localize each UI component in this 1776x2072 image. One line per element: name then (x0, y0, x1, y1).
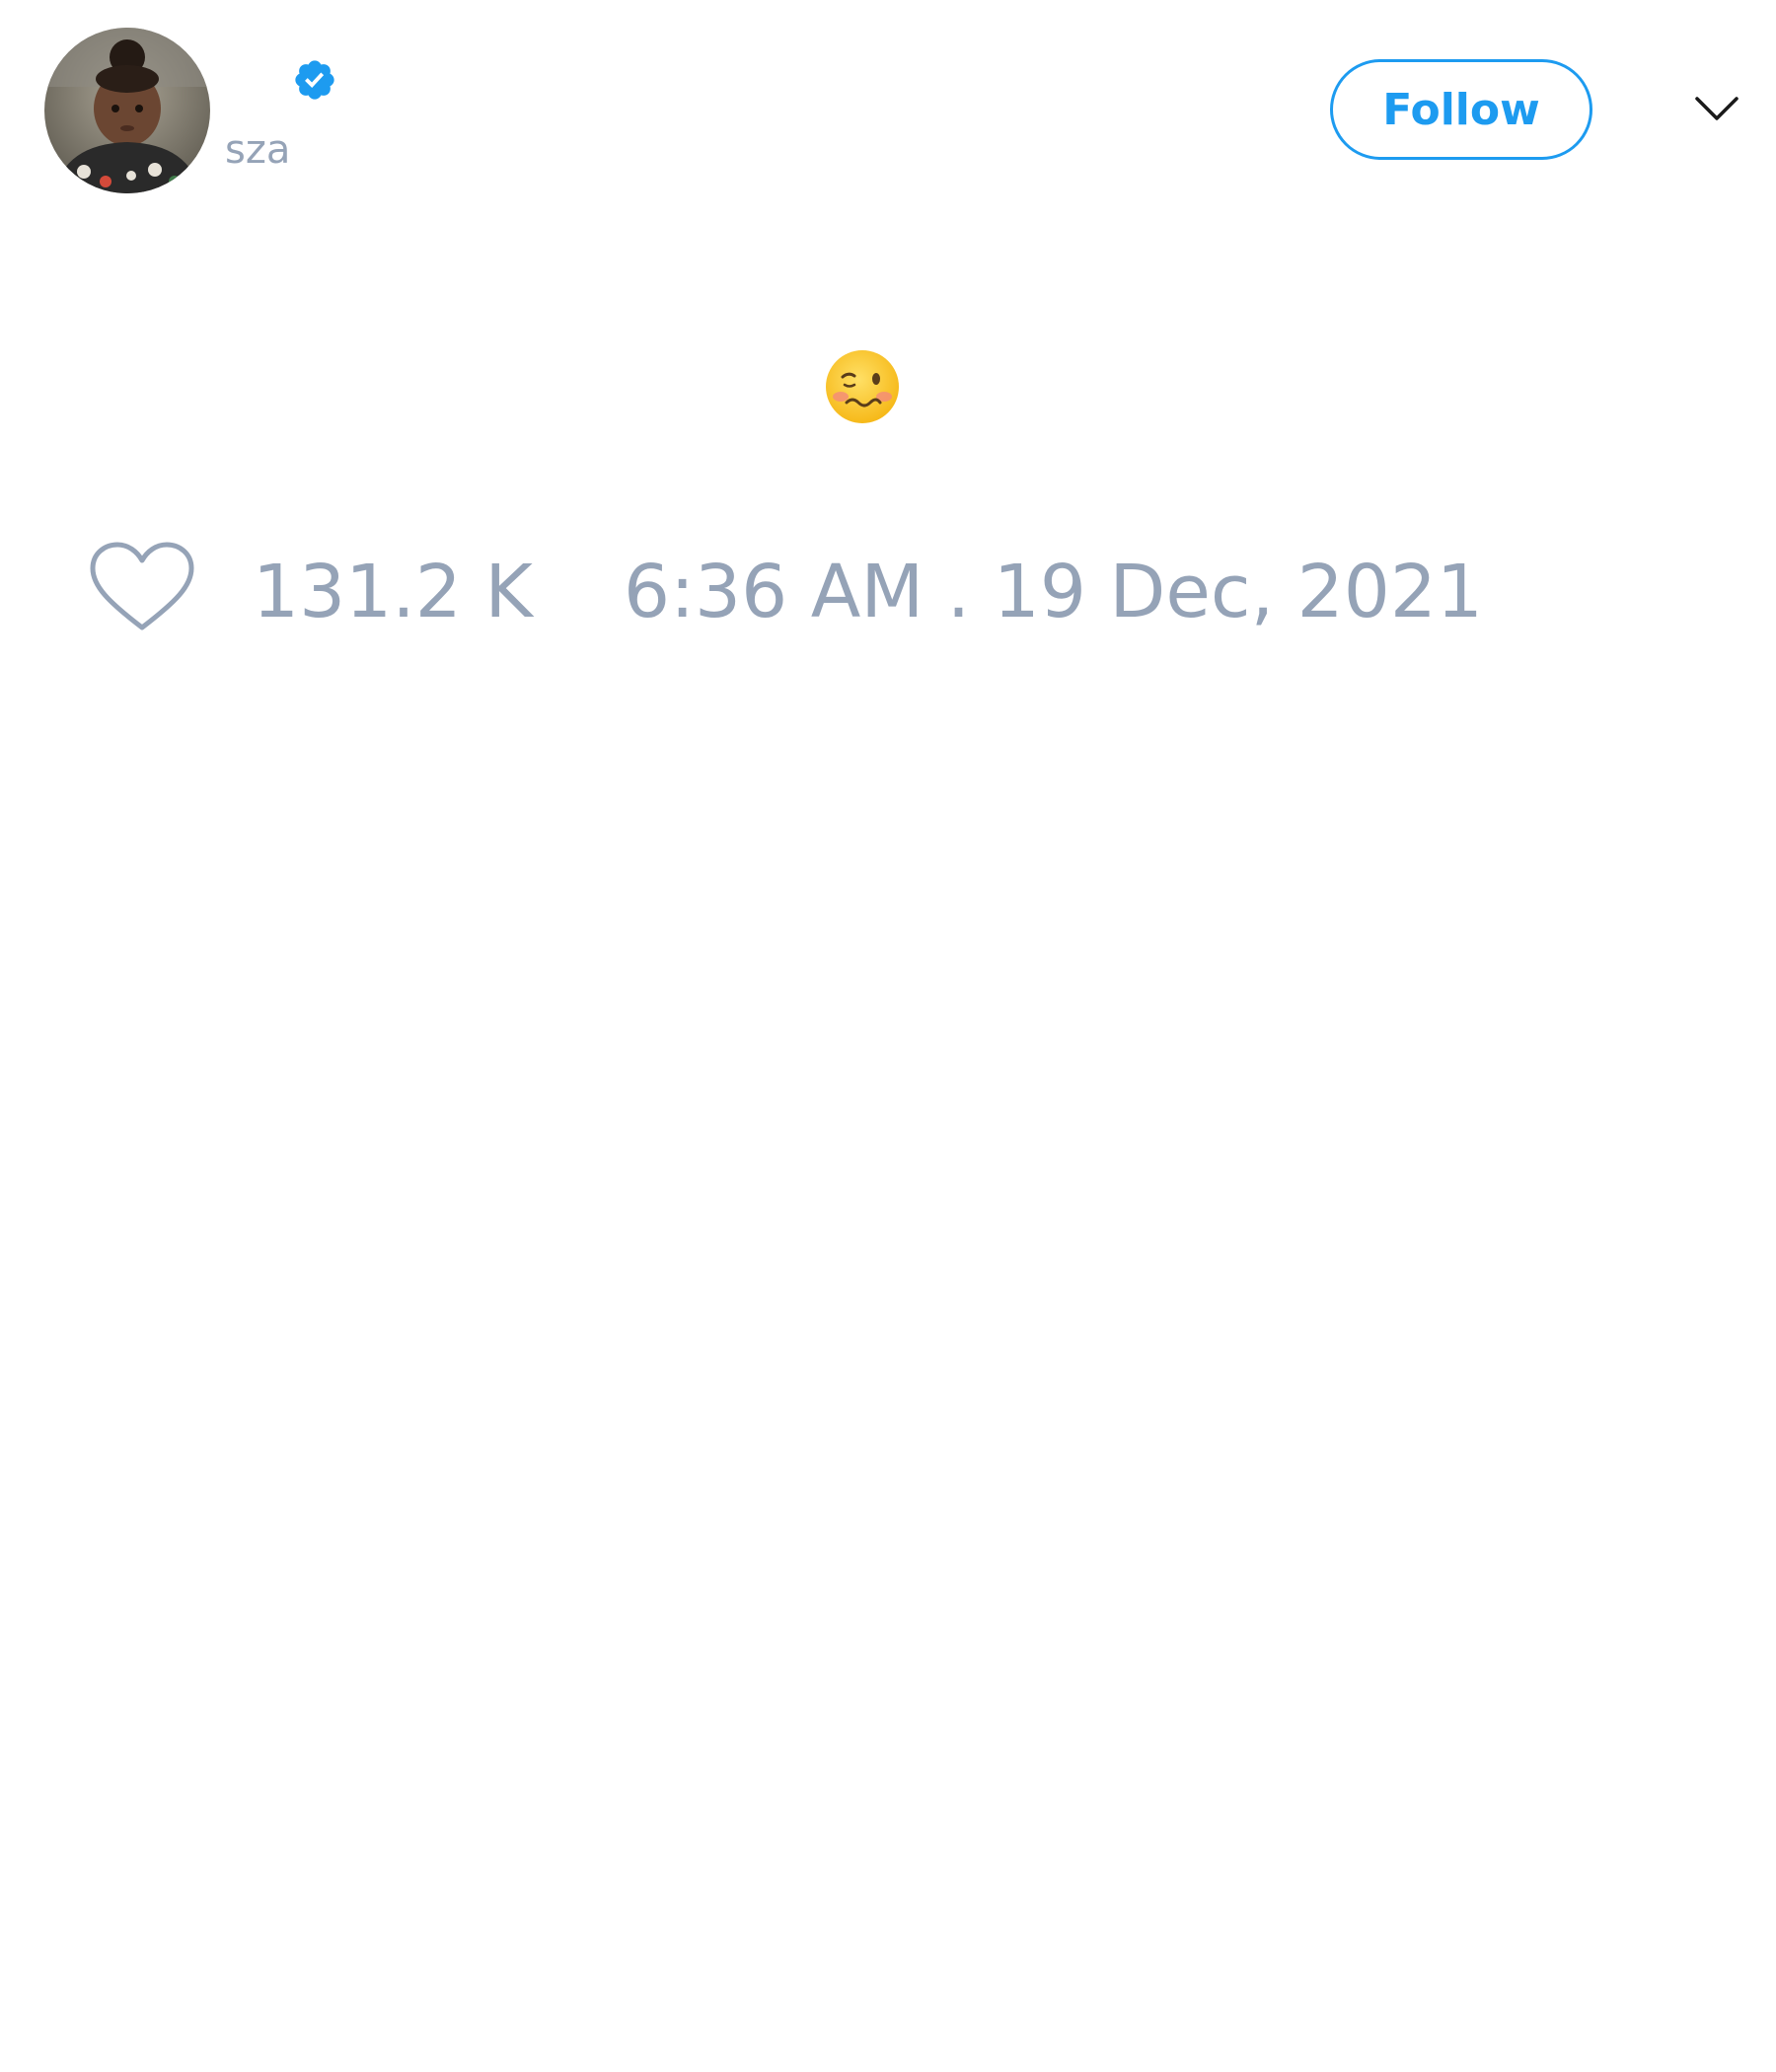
like-count: 131.2 K (253, 550, 533, 634)
avatar[interactable] (44, 28, 210, 193)
chevron-down-icon[interactable] (1693, 91, 1740, 126)
user-handle[interactable]: sza (225, 126, 290, 174)
verified-badge-icon (292, 57, 337, 103)
heart-outline-icon[interactable] (89, 541, 195, 635)
follow-button[interactable]: Follow (1330, 59, 1592, 160)
tweet-timestamp[interactable]: 6:36 AM . 19 Dec, 2021 (624, 551, 1483, 633)
woozy-face-emoji (823, 347, 902, 426)
